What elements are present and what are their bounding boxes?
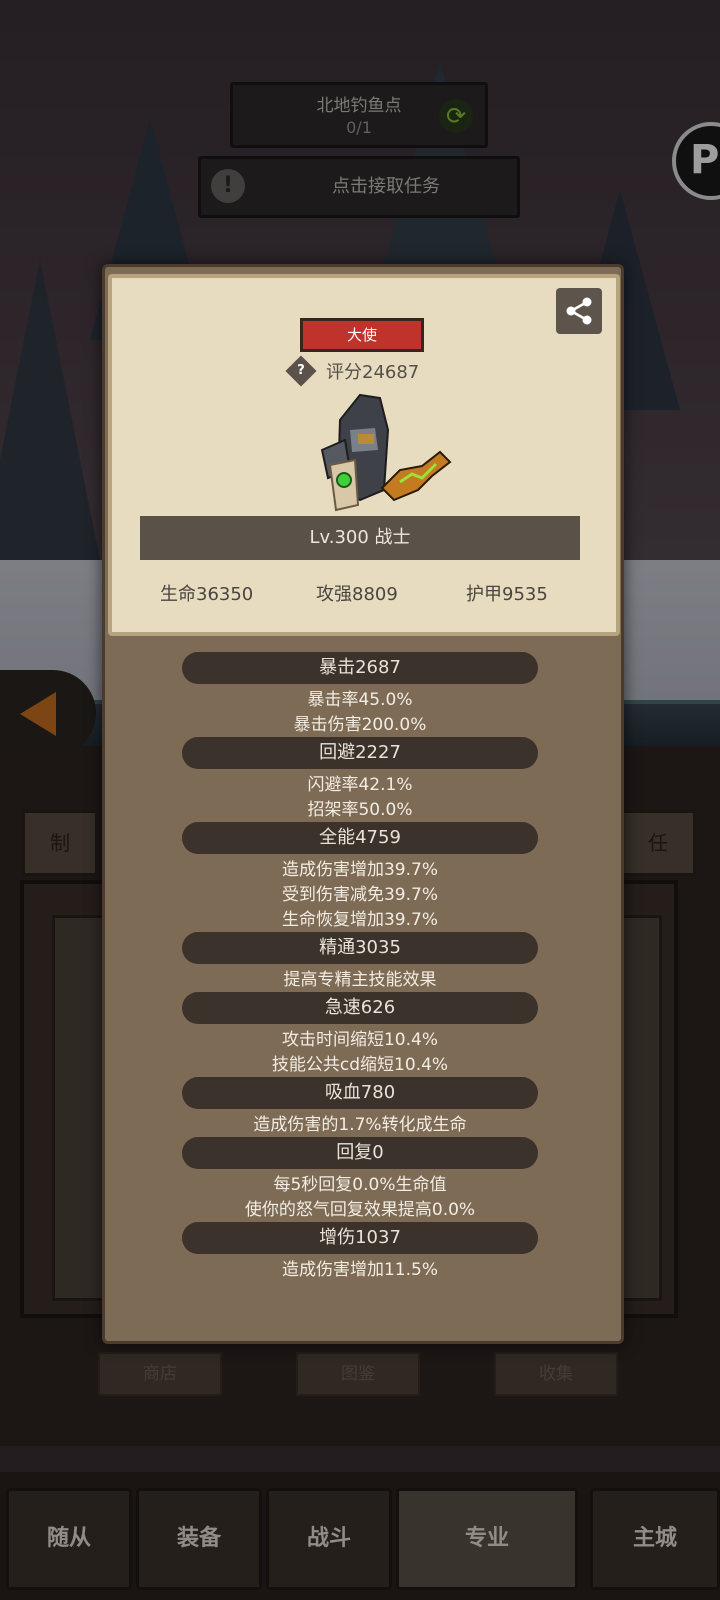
stat-line: 招架率50.0% (307, 800, 413, 820)
stat-line: 生命恢复增加39.7% (281, 910, 438, 930)
stat-header-crit: 暴击2687 (182, 652, 538, 684)
share-button[interactable] (556, 288, 602, 334)
stat-line: 闪避率42.1% (307, 775, 413, 795)
help-icon[interactable]: ? (285, 355, 317, 387)
stat-header-haste: 急速626 (182, 992, 538, 1024)
stat-line: 提高专精主技能效果 (283, 970, 437, 990)
stat-header-damage-bonus: 增伤1037 (182, 1222, 538, 1254)
stat-line: 每5秒回复0.0%生命值 (273, 1175, 447, 1195)
stat-header-dodge: 回避2227 (182, 737, 538, 769)
stat-line: 受到伤害减免39.7% (281, 885, 438, 905)
score-value: 评分24687 (326, 362, 420, 383)
stat-line: 暴击率45.0% (307, 690, 413, 710)
armor-stat: 护甲9535 (466, 584, 548, 605)
stat-line: 造成伤害增加11.5% (281, 1260, 438, 1280)
warrior-avatar (320, 393, 452, 512)
stat-line: 攻击时间缩短10.4% (281, 1030, 438, 1050)
hp-stat: 生命36350 (160, 584, 254, 605)
stat-header-versatility: 全能4759 (182, 822, 538, 854)
score-row: ? 评分24687 (285, 355, 420, 387)
stat-line: 暴击伤害200.0% (293, 715, 427, 735)
attack-stat: 攻强8809 (316, 584, 398, 605)
stat-line: 技能公共cd缩短10.4% (271, 1055, 449, 1075)
level-class-bar: Lv.300 战士 (140, 516, 580, 560)
stat-header-regen: 回复0 (182, 1137, 538, 1169)
share-icon (566, 297, 592, 325)
stat-header-mastery: 精通3035 (182, 932, 538, 964)
stat-line: 使你的怒气回复效果提高0.0% (244, 1200, 476, 1220)
rank-badge: 大使 (300, 318, 424, 352)
stat-line: 造成伤害增加39.7% (281, 860, 438, 880)
stat-line: 造成伤害的1.7%转化成生命 (253, 1115, 467, 1135)
stat-header-lifesteal: 吸血780 (182, 1077, 538, 1109)
